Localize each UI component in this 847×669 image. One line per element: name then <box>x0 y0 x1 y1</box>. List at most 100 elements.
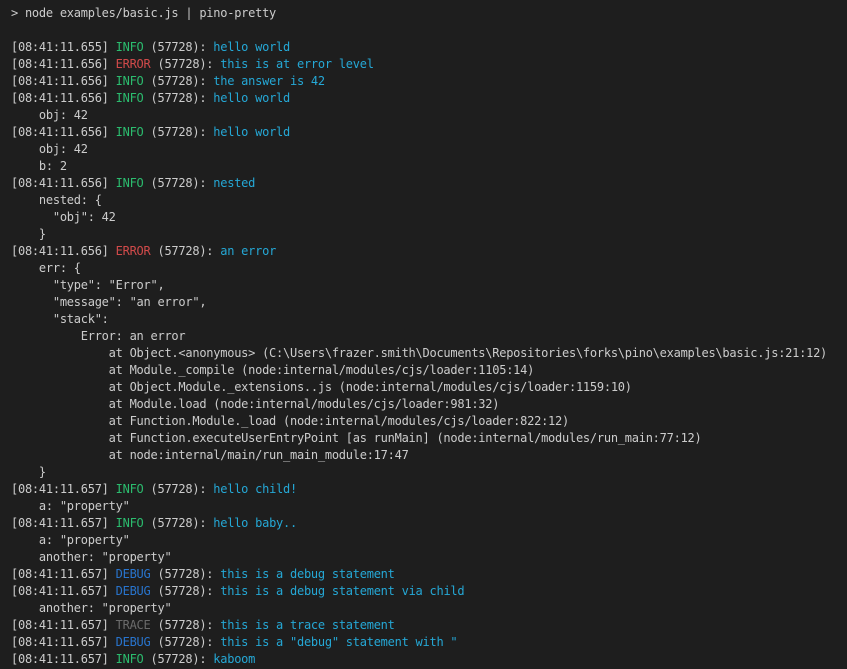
log-line: at Module.load (node:internal/modules/cj… <box>11 396 847 413</box>
log-segment-fg: [08:41:11.656] <box>11 74 116 88</box>
log-segment-fg: "message": "an error", <box>11 295 206 309</box>
log-segment-msg: this is a trace statement <box>220 618 394 632</box>
log-segment-fg: at Module._compile (node:internal/module… <box>11 363 534 377</box>
log-line: [08:41:11.657] DEBUG (57728): this is a … <box>11 634 847 651</box>
log-segment-msg: hello world <box>213 40 290 54</box>
log-segment-fg: [08:41:11.656] <box>11 244 116 258</box>
log-line: "stack": <box>11 311 847 328</box>
log-segment-msg: this is a "debug" statement with " <box>220 635 457 649</box>
log-segment-fg: [08:41:11.657] <box>11 652 116 666</box>
log-segment-debug: DEBUG <box>116 567 151 581</box>
log-segment-msg: an error <box>220 244 276 258</box>
log-segment-fg: (57728): <box>144 125 214 139</box>
log-segment-fg: [08:41:11.655] <box>11 40 116 54</box>
log-line: another: "property" <box>11 549 847 566</box>
log-line: b: 2 <box>11 158 847 175</box>
log-line: at Function.executeUserEntryPoint [as ru… <box>11 430 847 447</box>
log-line: [08:41:11.656] INFO (57728): hello world <box>11 124 847 141</box>
command-line: > node examples/basic.js | pino-pretty <box>11 5 847 22</box>
log-segment-fg: another: "property" <box>11 601 171 615</box>
log-segment-fg: obj: 42 <box>11 142 88 156</box>
log-line: [08:41:11.657] INFO (57728): hello child… <box>11 481 847 498</box>
log-segment-msg: this is a debug statement <box>220 567 394 581</box>
log-segment-info: INFO <box>116 125 144 139</box>
log-segment-info: INFO <box>116 40 144 54</box>
log-segment-msg: this is at error level <box>220 57 373 71</box>
log-segment-fg: "stack": <box>11 312 109 326</box>
log-segment-info: INFO <box>116 652 144 666</box>
log-line: [08:41:11.657] TRACE (57728): this is a … <box>11 617 847 634</box>
log-line: [08:41:11.657] INFO (57728): hello baby.… <box>11 515 847 532</box>
log-segment-fg: (57728): <box>151 584 221 598</box>
log-segment-fg: (57728): <box>144 91 214 105</box>
log-segment-info: INFO <box>116 516 144 530</box>
log-segment-msg: the answer is 42 <box>213 74 325 88</box>
log-line: obj: 42 <box>11 141 847 158</box>
log-line: } <box>11 464 847 481</box>
log-line: a: "property" <box>11 498 847 515</box>
log-segment-fg: b: 2 <box>11 159 67 173</box>
log-segment-fg: at node:internal/main/run_main_module:17… <box>11 448 409 462</box>
log-segment-msg: hello world <box>213 125 290 139</box>
log-line: [08:41:11.656] INFO (57728): the answer … <box>11 73 847 90</box>
log-line: "obj": 42 <box>11 209 847 226</box>
log-segment-fg: [08:41:11.657] <box>11 635 116 649</box>
log-segment-fg: (57728): <box>144 652 214 666</box>
log-segment-msg: nested <box>213 176 255 190</box>
terminal-output: [08:41:11.655] INFO (57728): hello world… <box>11 39 847 668</box>
log-segment-fg: (57728): <box>151 567 221 581</box>
log-segment-fg: [08:41:11.657] <box>11 584 116 598</box>
log-line: nested: { <box>11 192 847 209</box>
log-segment-fg: "obj": 42 <box>11 210 116 224</box>
log-line: a: "property" <box>11 532 847 549</box>
log-segment-msg: hello world <box>213 91 290 105</box>
log-segment-msg: this is a debug statement via child <box>220 584 464 598</box>
log-segment-fg: [08:41:11.656] <box>11 125 116 139</box>
log-segment-fg: at Module.load (node:internal/modules/cj… <box>11 397 499 411</box>
log-line: at Module._compile (node:internal/module… <box>11 362 847 379</box>
log-segment-error: ERROR <box>116 244 151 258</box>
log-line: at node:internal/main/run_main_module:17… <box>11 447 847 464</box>
log-segment-fg: at Object.Module._extensions..js (node:i… <box>11 380 632 394</box>
log-segment-fg: (57728): <box>151 57 221 71</box>
log-line: err: { <box>11 260 847 277</box>
log-segment-fg: [08:41:11.657] <box>11 516 116 530</box>
log-line: [08:41:11.657] DEBUG (57728): this is a … <box>11 583 847 600</box>
log-line: [08:41:11.657] DEBUG (57728): this is a … <box>11 566 847 583</box>
log-line: "message": "an error", <box>11 294 847 311</box>
log-segment-fg: Error: an error <box>11 329 185 343</box>
log-segment-fg: (57728): <box>144 516 214 530</box>
log-line: at Function.Module._load (node:internal/… <box>11 413 847 430</box>
log-line: obj: 42 <box>11 107 847 124</box>
log-segment-fg: obj: 42 <box>11 108 88 122</box>
log-segment-fg: nested: { <box>11 193 102 207</box>
log-segment-fg: (57728): <box>151 244 221 258</box>
log-segment-fg: } <box>11 465 46 479</box>
log-segment-fg: [08:41:11.657] <box>11 618 116 632</box>
log-line: [08:41:11.657] INFO (57728): kaboom <box>11 651 847 668</box>
log-line: [08:41:11.656] INFO (57728): nested <box>11 175 847 192</box>
log-segment-trace: TRACE <box>116 618 151 632</box>
log-line: [08:41:11.656] INFO (57728): hello world <box>11 90 847 107</box>
log-line: "type": "Error", <box>11 277 847 294</box>
log-segment-fg: (57728): <box>151 618 221 632</box>
log-line: Error: an error <box>11 328 847 345</box>
log-segment-msg: hello child! <box>213 482 297 496</box>
log-segment-fg: (57728): <box>144 176 214 190</box>
log-segment-fg: at Function.Module._load (node:internal/… <box>11 414 569 428</box>
log-segment-fg: [08:41:11.656] <box>11 57 116 71</box>
log-segment-fg: (57728): <box>151 635 221 649</box>
blank-line <box>11 22 847 39</box>
log-segment-fg: [08:41:11.656] <box>11 176 116 190</box>
log-segment-fg: (57728): <box>144 40 214 54</box>
log-segment-fg: [08:41:11.657] <box>11 482 116 496</box>
log-segment-fg: err: { <box>11 261 81 275</box>
log-segment-fg: another: "property" <box>11 550 171 564</box>
log-segment-info: INFO <box>116 74 144 88</box>
log-segment-fg: a: "property" <box>11 499 130 513</box>
terminal[interactable]: > node examples/basic.js | pino-pretty [… <box>0 0 847 669</box>
log-segment-fg: a: "property" <box>11 533 130 547</box>
log-line: another: "property" <box>11 600 847 617</box>
log-segment-fg: at Function.executeUserEntryPoint [as ru… <box>11 431 702 445</box>
log-segment-fg: [08:41:11.657] <box>11 567 116 581</box>
